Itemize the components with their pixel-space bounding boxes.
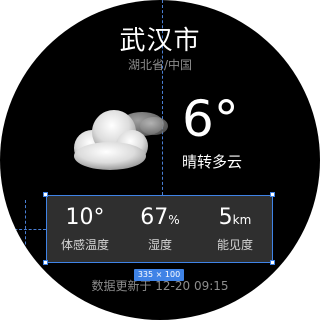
- stat-value-row: 10°: [49, 204, 121, 234]
- watch-face: 武汉市 湖北省/中国 6° 晴转多云 10° 体感温度 67% 湿度 5km 能…: [0, 0, 320, 320]
- alignment-guide-left: [25, 200, 26, 260]
- stats-panel[interactable]: 10° 体感温度 67% 湿度 5km 能见度: [46, 195, 273, 263]
- stat-humidity: 67% 湿度: [124, 204, 196, 254]
- stat-value: 5: [218, 205, 233, 230]
- resize-handle-bottom-right[interactable]: [270, 260, 275, 265]
- cloud-icon: [74, 110, 168, 170]
- selection-size-badge: 335 × 100: [134, 269, 184, 281]
- watch-screen: 武汉市 湖北省/中国 6° 晴转多云 10° 体感温度 67% 湿度 5km 能…: [0, 0, 320, 320]
- stat-label: 湿度: [147, 238, 172, 252]
- alignment-guide-horizontal: [0, 229, 46, 230]
- stat-unit: km: [232, 213, 252, 227]
- stat-unit: %: [168, 213, 180, 227]
- region-name: 湖北省/中国: [127, 58, 193, 72]
- stat-feels-like: 10° 体感温度: [49, 204, 121, 254]
- resize-handle-top-left[interactable]: [43, 192, 48, 197]
- stat-value: 10°: [65, 205, 105, 230]
- stat-visibility: 5km 能见度: [199, 204, 271, 254]
- resize-handle-bottom-left[interactable]: [43, 260, 48, 265]
- current-temperature: 6°: [182, 90, 239, 148]
- weather-condition: 晴转多云: [182, 153, 243, 171]
- resize-handle-top-right[interactable]: [270, 192, 275, 197]
- stat-value-row: 67%: [124, 204, 196, 234]
- stat-value-row: 5km: [199, 204, 271, 234]
- stat-value: 67: [140, 205, 169, 230]
- stat-label: 能见度: [216, 238, 253, 252]
- stat-label: 体感温度: [60, 238, 109, 252]
- city-name: 武汉市: [119, 26, 201, 56]
